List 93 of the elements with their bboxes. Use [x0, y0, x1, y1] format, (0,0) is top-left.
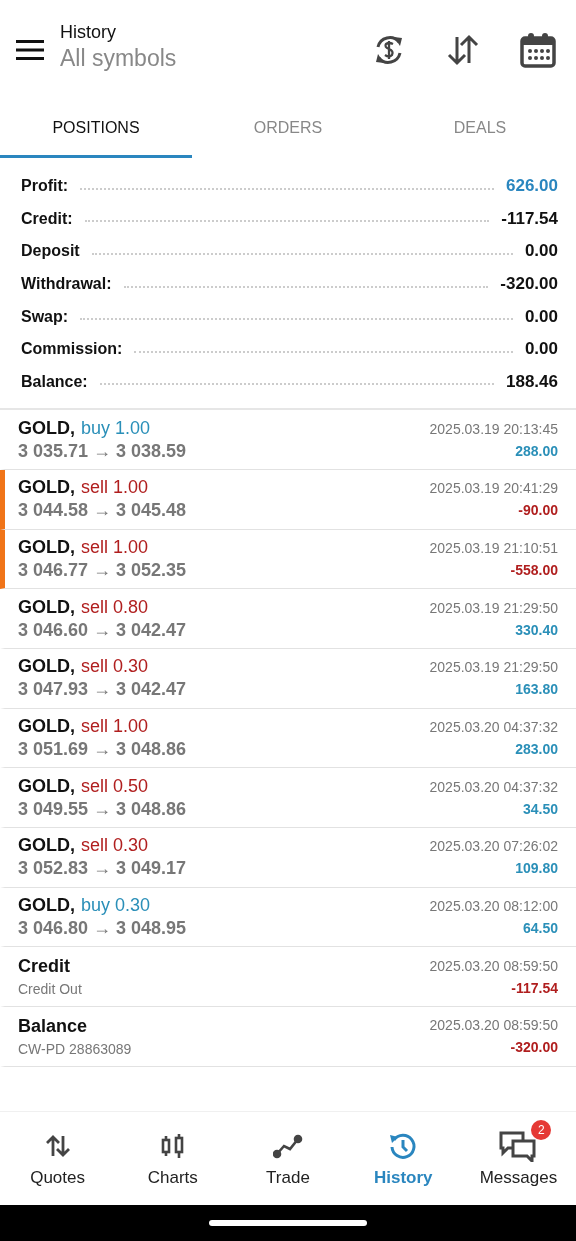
- row-time: 2025.03.19 20:13:45: [429, 420, 558, 437]
- history-row[interactable]: GOLD, sell 1.00 3 044.58 → 3 045.48 2025.03.19 20:41:29 -90.00: [0, 469, 576, 530]
- summary-label: Balance:: [21, 372, 88, 391]
- row-details: 3 049.55 → 3 048.86: [18, 798, 187, 820]
- row-time: 2025.03.19 21:29:50: [429, 599, 558, 616]
- row-details: 3 035.71 → 3 038.59: [18, 440, 187, 462]
- history-row[interactable]: GOLD, sell 0.50 3 049.55 → 3 048.86 2025.03.20 04:37:32 34.50: [0, 768, 576, 828]
- row-profit: 64.50: [522, 920, 558, 936]
- symbol-name: GOLD,: [18, 417, 75, 439]
- history-row[interactable]: Credit Credit Out 2025.03.20 08:59:50 -117.54: [0, 947, 576, 1008]
- calendar-icon[interactable]: [520, 32, 556, 68]
- trade-action: sell 1.00: [81, 477, 149, 499]
- tab[interactable]: DEALS: [384, 100, 576, 158]
- symbol-name: GOLD,: [18, 895, 75, 916]
- trade-action: buy 1.00: [81, 417, 151, 439]
- history-row[interactable]: GOLD, sell 0.30 3 052.83 → 3 049.17 2025.03.20 07:26:02 109.80: [0, 827, 576, 888]
- row-time: 2025.03.20 04:37:32: [429, 718, 558, 735]
- history-row[interactable]: GOLD, sell 0.80 3 046.60 → 3 042.47 2025.03.19 21:29:50 330.40: [0, 589, 576, 649]
- row-profit: 288.00: [515, 442, 558, 459]
- nav-tab[interactable]: Trade: [230, 1112, 346, 1205]
- summary-value: -117.54: [501, 208, 558, 229]
- summary-value: -320.00: [500, 274, 558, 295]
- trade-action: sell 0.30: [81, 656, 149, 678]
- nav-tab[interactable]: 2 Messages: [460, 1112, 576, 1205]
- screen-title: History: [60, 22, 117, 43]
- row-profit: 163.80: [515, 681, 558, 698]
- row-details: 3 047.93 → 3 042.47: [18, 679, 187, 701]
- row-time: 2025.03.20 08:59:50: [429, 957, 558, 974]
- row-time: 2025.03.20 07:26:02: [429, 838, 558, 855]
- summary-label: Swap:: [21, 307, 69, 326]
- row-profit: -90.00: [518, 502, 558, 519]
- tab[interactable]: POSITIONS: [0, 100, 192, 158]
- trade-action: sell 1.00: [81, 715, 149, 737]
- trade-action: buy 0.30: [81, 895, 151, 916]
- row-details: 3 051.69 → 3 048.86: [18, 738, 187, 760]
- row-profit: 109.80: [515, 860, 558, 877]
- summary-label: Profit:: [21, 177, 69, 196]
- unread-badge: 2: [531, 1119, 552, 1140]
- symbol-name: GOLD,: [18, 477, 75, 499]
- summary-label: Withdrawal:: [21, 275, 112, 294]
- history-row[interactable]: GOLD, buy 0.30 3 046.80 → 3 048.95 2025.03.20 08:12:00 64.50: [0, 887, 576, 948]
- summary-label: Deposit: [21, 242, 80, 261]
- nav-tab[interactable]: History: [345, 1112, 461, 1205]
- row-profit: -320.00: [510, 1039, 558, 1056]
- symbol-filter[interactable]: All symbols: [60, 45, 332, 72]
- symbol-name: GOLD,: [18, 835, 75, 857]
- trade-action: sell 1.00: [81, 536, 149, 558]
- summary-value: 0.00: [524, 339, 558, 360]
- row-time: 2025.03.19 21:29:50: [429, 659, 558, 676]
- symbol-name: GOLD,: [18, 775, 75, 797]
- history-row[interactable]: GOLD, sell 1.00 3 051.69 → 3 048.86 2025.03.20 04:37:32 283.00: [0, 708, 576, 769]
- history-row[interactable]: GOLD, sell 0.30 3 047.93 → 3 042.47 2025.03.19 21:29:50 163.80: [0, 648, 576, 709]
- sort-icon[interactable]: [446, 33, 480, 67]
- row-time: 2025.03.20 08:12:00: [429, 898, 558, 914]
- symbol-name: GOLD,: [18, 536, 75, 558]
- trade-action: sell 0.80: [81, 596, 149, 618]
- trade-action: sell 0.30: [81, 835, 149, 857]
- row-details: 3 052.83 → 3 049.17: [18, 858, 187, 880]
- nav-tab[interactable]: Quotes: [0, 1112, 116, 1205]
- row-time: 2025.03.19 20:41:29: [429, 480, 558, 497]
- row-profit: 330.40: [515, 621, 558, 638]
- row-time: 2025.03.20 04:37:32: [429, 778, 558, 795]
- row-details: 3 046.60 → 3 042.47: [18, 619, 187, 641]
- history-row[interactable]: GOLD, buy 1.00 3 035.71 → 3 038.59 2025.03.19 20:13:45 288.00: [0, 410, 576, 470]
- row-profit: -117.54: [511, 979, 558, 996]
- row-details: 3 046.80 → 3 048.95: [18, 918, 187, 939]
- row-time: 2025.03.20 08:59:50: [429, 1017, 558, 1034]
- symbol-name: GOLD,: [18, 715, 75, 737]
- symbol-name: Credit: [18, 956, 70, 978]
- row-profit: 34.50: [522, 800, 558, 817]
- history-row[interactable]: Balance CW-PD 28863089 2025.03.20 08:59:50 -320.00: [0, 1007, 576, 1067]
- trade-action: sell 0.50: [81, 775, 149, 797]
- history-row[interactable]: GOLD, sell 1.00 3 046.77 → 3 052.35 2025.03.19 21:10:51 -558.00: [0, 529, 576, 590]
- row-profit: -558.00: [510, 561, 558, 578]
- symbol-name: GOLD,: [18, 656, 75, 678]
- summary-label: Commission:: [21, 340, 123, 359]
- row-details: 3 046.77 → 3 052.35: [18, 559, 187, 581]
- summary-value: 626.00: [506, 176, 558, 197]
- summary-value: 0.00: [524, 306, 558, 327]
- summary-value: 0.00: [524, 241, 558, 262]
- row-time: 2025.03.19 21:10:51: [429, 539, 558, 556]
- summary-label: Credit:: [21, 209, 73, 228]
- symbol-name: GOLD,: [18, 596, 75, 618]
- nav-tab[interactable]: Charts: [115, 1112, 231, 1205]
- summary-value: 188.46: [506, 371, 558, 392]
- tab[interactable]: ORDERS: [192, 100, 384, 158]
- menu-icon[interactable]: [16, 40, 44, 60]
- row-details: 3 044.58 → 3 045.48: [18, 500, 187, 522]
- row-profit: 283.00: [515, 740, 558, 757]
- row-details: CW-PD 28863089: [18, 1040, 132, 1057]
- symbol-name: Balance: [18, 1015, 88, 1037]
- chat-bubbles-icon: [499, 1129, 538, 1162]
- row-details: Credit Out: [18, 981, 82, 998]
